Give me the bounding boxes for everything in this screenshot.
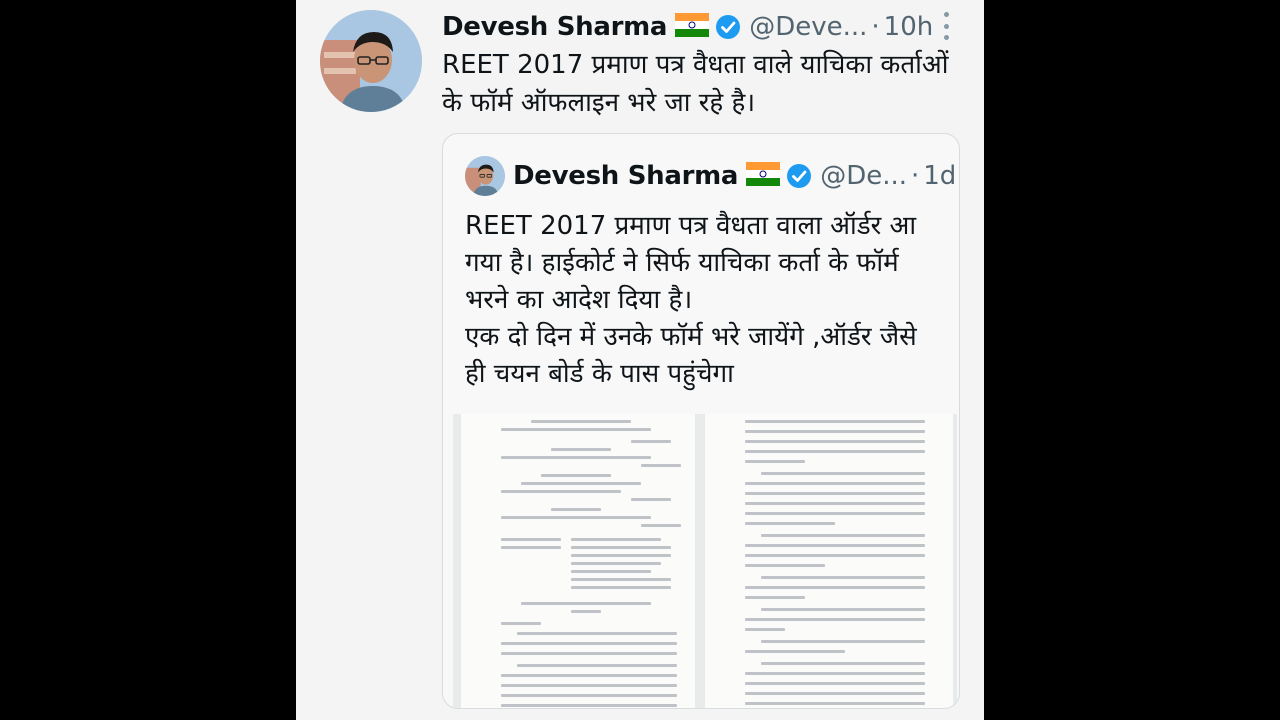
document-text-line — [571, 554, 671, 557]
document-text-line — [745, 564, 825, 567]
document-text-line — [501, 538, 561, 541]
quoted-tweet[interactable]: Devesh Sharma @De... · 1d REET 2017 प्रम… — [442, 133, 960, 709]
avatar[interactable] — [320, 10, 422, 112]
document-text-line — [571, 570, 651, 573]
document-text-line — [745, 492, 925, 495]
quoted-timestamp[interactable]: 1d — [923, 161, 956, 191]
document-text-line — [571, 578, 671, 581]
document-text-line — [745, 544, 925, 547]
separator-dot: · — [871, 12, 880, 42]
author-name[interactable]: Devesh Sharma — [442, 12, 667, 42]
document-text-line — [631, 498, 671, 501]
document-text-line — [745, 522, 835, 525]
document-text-line — [541, 474, 611, 477]
document-text-line — [517, 664, 677, 667]
separator-dot: · — [911, 161, 920, 191]
document-text-line — [745, 672, 925, 675]
document-text-line — [745, 692, 925, 695]
tweet-timestamp[interactable]: 10h — [884, 12, 934, 42]
document-text-line — [501, 642, 677, 645]
avatar-image — [320, 10, 422, 112]
quoted-author-name[interactable]: Devesh Sharma — [513, 161, 738, 191]
document-text-line — [531, 420, 631, 423]
quoted-text-paragraph: एक दो दिन में उनके फॉर्म भरे जायेंगे ,ऑर… — [465, 322, 917, 389]
document-text-line — [501, 428, 651, 431]
document-text-line — [761, 640, 925, 643]
document-text-line — [501, 684, 677, 687]
document-text-line — [571, 562, 661, 565]
tweet-header: Devesh Sharma @Deve... · 10h — [442, 10, 962, 44]
document-text-line — [501, 674, 677, 677]
document-text-line — [501, 652, 677, 655]
quoted-author-handle[interactable]: @De... — [820, 161, 907, 191]
document-text-line — [745, 618, 925, 621]
document-text-line — [745, 440, 925, 443]
document-text-line — [761, 662, 925, 665]
document-text-line — [761, 472, 925, 475]
author-handle[interactable]: @Deve... — [749, 12, 867, 42]
india-flag-icon — [675, 13, 710, 41]
document-text-line — [501, 694, 677, 697]
document-text-line — [745, 420, 925, 423]
attached-document-image[interactable] — [453, 414, 957, 708]
document-text-line — [521, 482, 641, 485]
verified-badge-icon — [786, 163, 812, 189]
document-text-line — [571, 538, 661, 541]
document-text-line — [745, 482, 925, 485]
quoted-avatar-image — [465, 156, 505, 196]
document-text-line — [745, 682, 925, 685]
document-text-line — [501, 516, 651, 519]
document-text-line — [501, 490, 621, 493]
document-text-line — [761, 576, 925, 579]
document-text-line — [641, 464, 681, 467]
document-text-line — [745, 702, 925, 705]
tweet-text: REET 2017 प्रमाण पत्र वैधता वाले याचिका … — [442, 50, 949, 118]
quoted-header: Devesh Sharma @De... · 1d — [513, 158, 956, 194]
document-text-line — [517, 632, 677, 635]
document-text-line — [571, 546, 671, 549]
document-text-line — [745, 502, 925, 505]
document-text-line — [641, 524, 681, 527]
document-text-line — [501, 546, 561, 549]
document-text-line — [745, 460, 805, 463]
document-text-line — [745, 650, 845, 653]
document-text-line — [521, 602, 651, 605]
tweet-panel: Devesh Sharma @Deve... · 10h REET 2017 प… — [296, 0, 984, 720]
quoted-tweet-text: REET 2017 प्रमाण पत्र वैधता वाला ऑर्डर आ… — [465, 208, 945, 393]
verified-badge-icon — [715, 14, 741, 40]
document-text-line — [551, 508, 601, 511]
document-text-line — [745, 512, 925, 515]
document-text-line — [745, 554, 925, 557]
document-text-line — [761, 534, 925, 537]
document-text-line — [501, 704, 677, 707]
document-text-line — [745, 430, 925, 433]
document-text-line — [761, 608, 925, 611]
document-page-right — [705, 414, 953, 708]
document-text-line — [501, 622, 541, 625]
india-flag-icon — [746, 162, 781, 190]
document-text-line — [745, 596, 805, 599]
document-text-line — [571, 586, 671, 589]
document-text-line — [631, 440, 671, 443]
document-text-line — [501, 456, 651, 459]
quoted-avatar[interactable] — [465, 156, 505, 196]
document-text-line — [571, 610, 601, 613]
document-page-left — [461, 414, 695, 708]
document-text-line — [745, 450, 925, 453]
quoted-text-paragraph: REET 2017 प्रमाण पत्र वैधता वाला ऑर्डर आ… — [465, 211, 917, 315]
document-text-line — [551, 448, 611, 451]
more-options-icon[interactable] — [936, 12, 956, 40]
document-text-line — [745, 628, 785, 631]
document-text-line — [745, 586, 925, 589]
